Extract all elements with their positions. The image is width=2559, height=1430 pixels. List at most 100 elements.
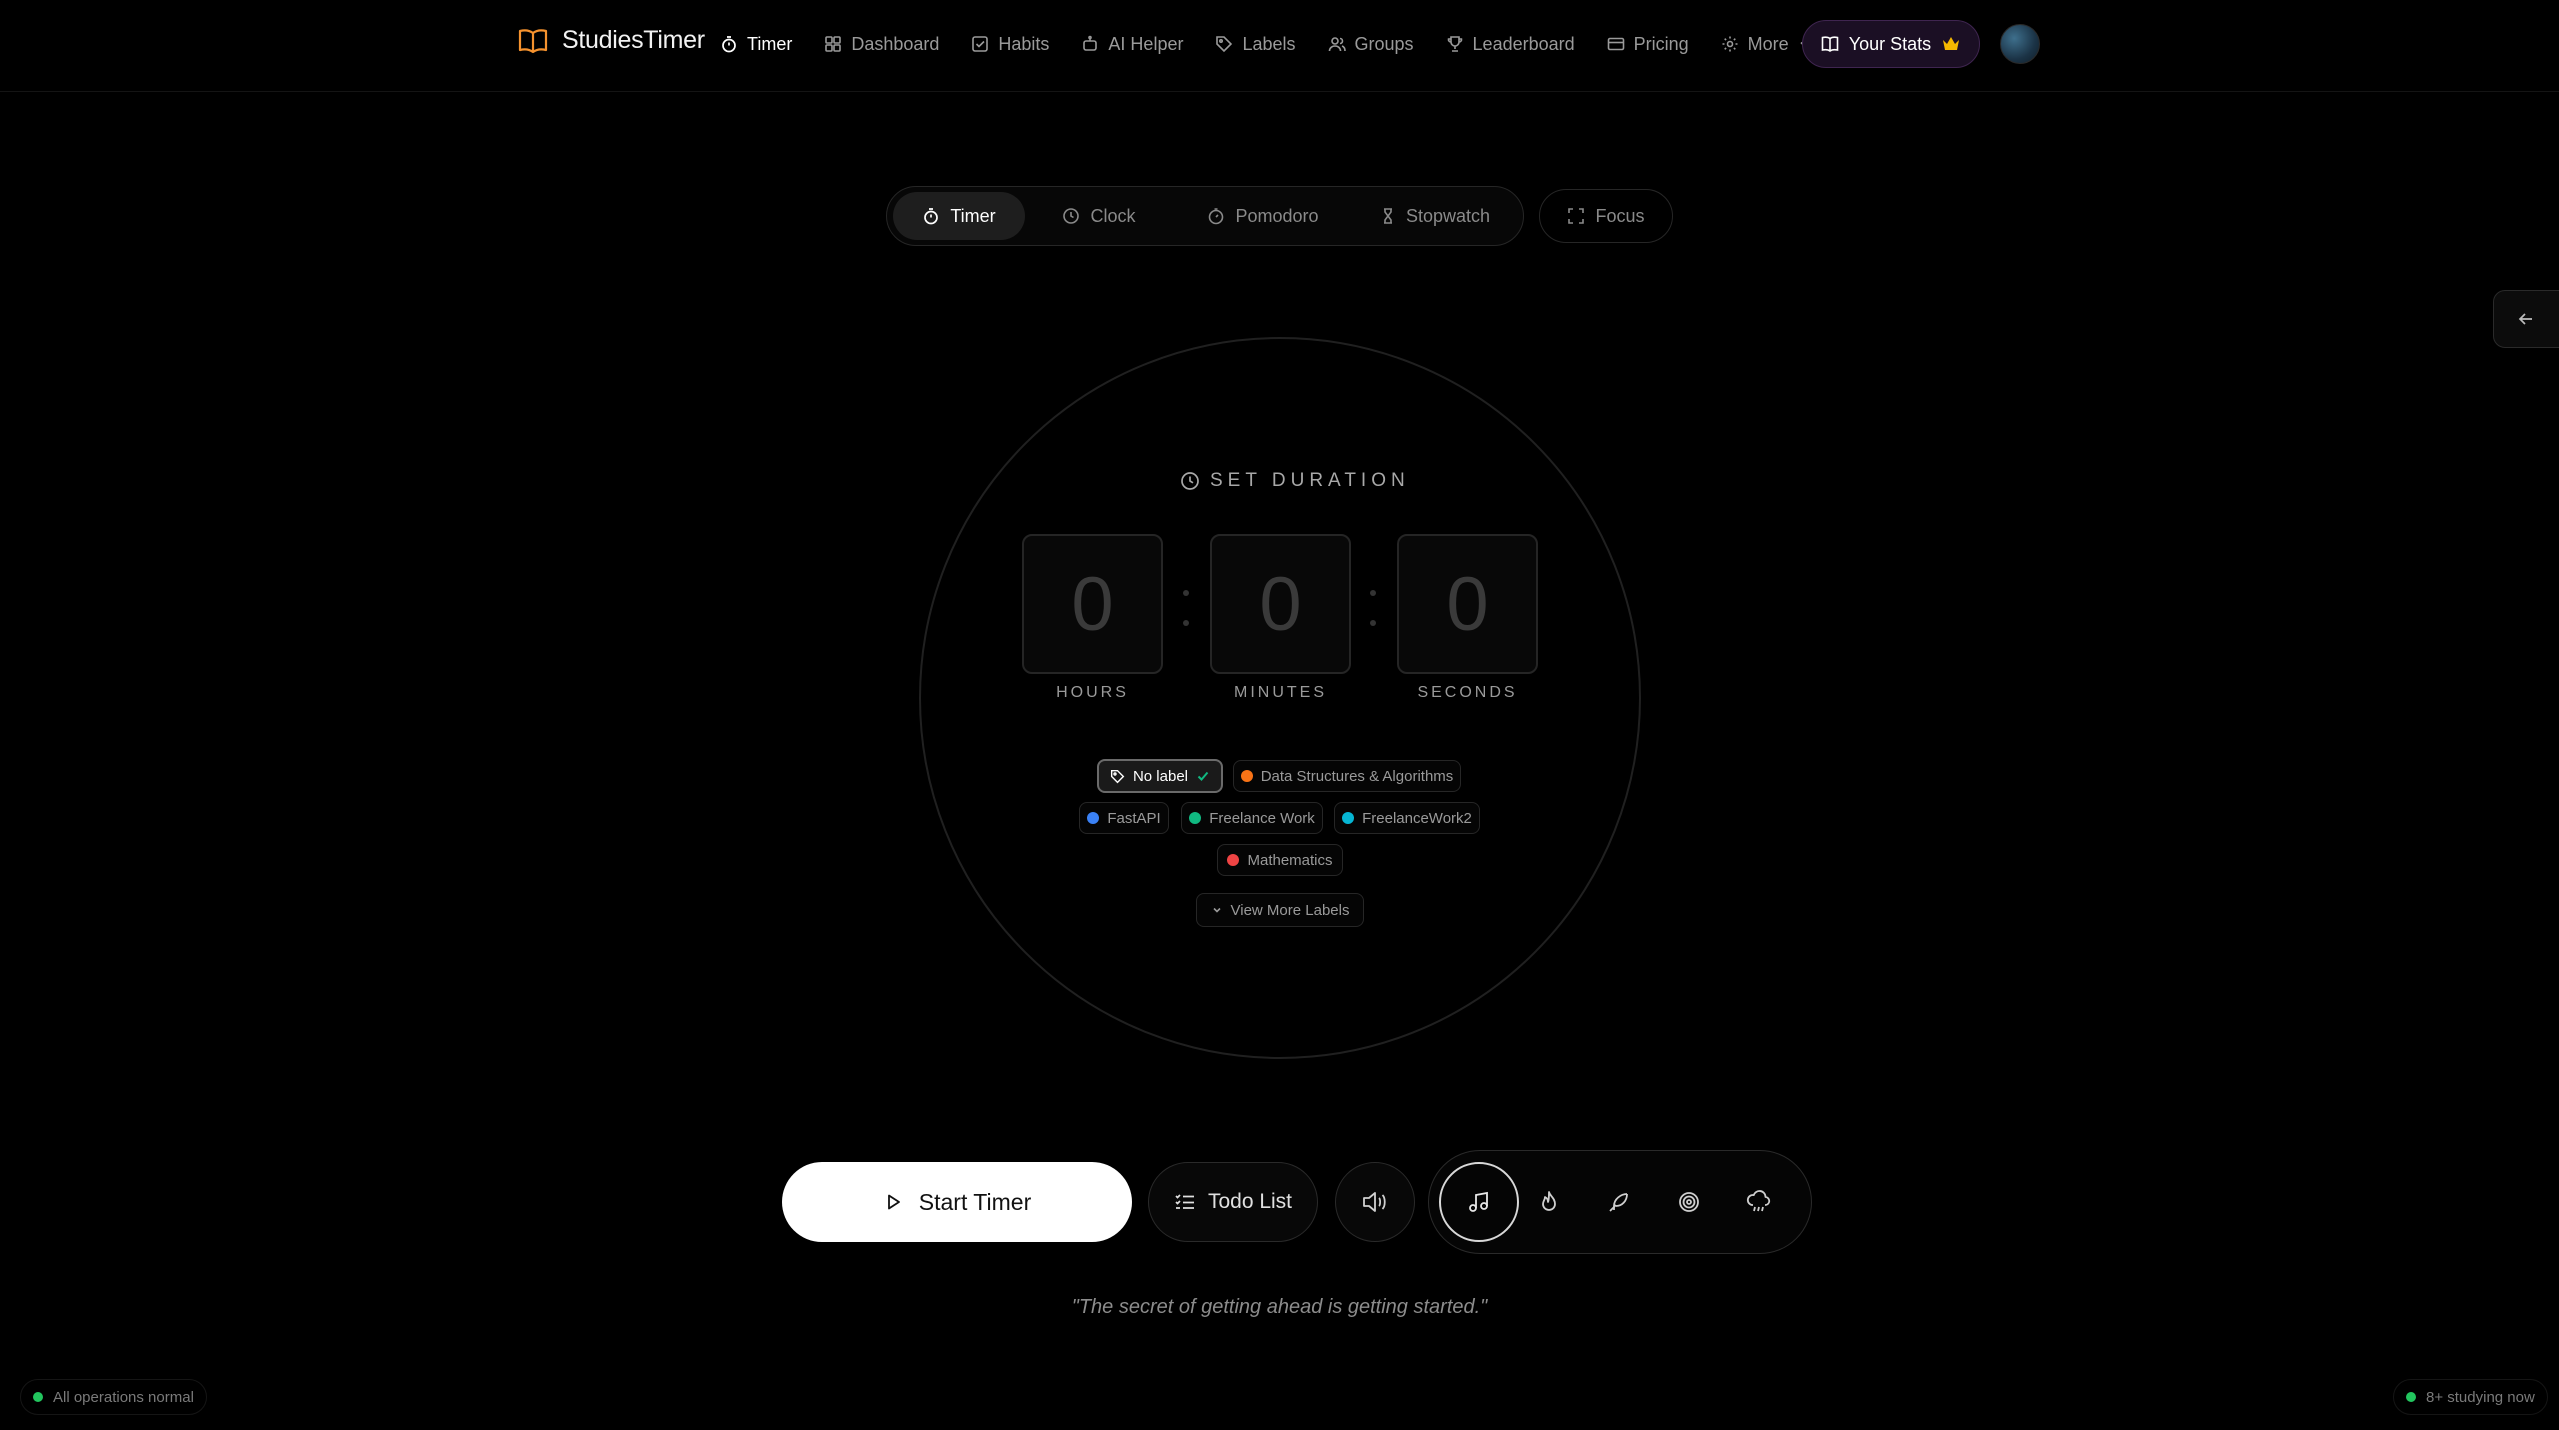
volume-button[interactable]: [1335, 1162, 1415, 1242]
tab-label: Pomodoro: [1235, 205, 1319, 226]
label-chip-text: No label: [1132, 767, 1189, 785]
hourglass-icon: [1380, 207, 1396, 225]
nav-item-labels[interactable]: Labels: [1215, 33, 1296, 55]
dashboard-icon: [824, 35, 842, 53]
fullscreen-icon: [1567, 207, 1585, 225]
volume-icon: [1361, 1189, 1389, 1215]
clock-icon: [1180, 471, 1200, 491]
start-timer-label: Start Timer: [918, 1188, 1032, 1215]
hours-input[interactable]: 0: [1022, 534, 1163, 674]
card-icon: [1607, 35, 1625, 53]
tab-label: Timer: [950, 205, 996, 226]
your-stats-label: Your Stats: [1848, 33, 1932, 54]
set-duration-heading: SET DURATION: [1180, 470, 1410, 492]
avatar[interactable]: [2000, 24, 2040, 64]
nav-item-groups[interactable]: Groups: [1328, 34, 1414, 55]
fire-icon: [1538, 1190, 1560, 1214]
time-separator: [1183, 590, 1189, 650]
trophy-icon: [1446, 35, 1464, 53]
checkbox-icon: [971, 35, 989, 53]
label-chip-text: FreelanceWork2: [1362, 809, 1472, 827]
feather-icon: [1607, 1190, 1631, 1214]
stopwatch-icon: [720, 35, 738, 53]
nav-item-label: Labels: [1242, 33, 1296, 54]
label-chip-no-label[interactable]: No label: [1097, 759, 1223, 793]
tag-icon: [1110, 769, 1125, 784]
clock-icon: [1062, 207, 1080, 225]
gear-icon: [1721, 35, 1739, 53]
status-dot: [2406, 1392, 2416, 1402]
label-chip-text: FastAPI: [1107, 809, 1161, 827]
focus-button[interactable]: Focus: [1539, 189, 1673, 243]
tab-timer[interactable]: Timer: [893, 192, 1025, 240]
arrow-left-icon: [2516, 309, 2536, 329]
set-duration-text: SET DURATION: [1210, 470, 1410, 491]
tab-clock[interactable]: Clock: [1025, 192, 1173, 240]
check-icon: [1196, 769, 1210, 783]
motivational-quote: "The secret of getting ahead is getting …: [1071, 1296, 1488, 1318]
open-book-icon: [518, 28, 548, 54]
nav-item-more[interactable]: More: [1721, 34, 1810, 55]
tab-stopwatch[interactable]: Stopwatch: [1353, 192, 1517, 240]
sound-fire-button[interactable]: [1509, 1162, 1589, 1242]
sound-rain-button[interactable]: [1719, 1162, 1799, 1242]
label-chip-mathematics[interactable]: Mathematics: [1217, 844, 1343, 876]
tag-icon: [1215, 35, 1233, 53]
studying-now-text: 8+ studying now: [2426, 1388, 2535, 1406]
timer-icon: [1207, 207, 1225, 225]
operations-status[interactable]: All operations normal: [20, 1379, 207, 1415]
tab-pomodoro[interactable]: Pomodoro: [1173, 192, 1353, 240]
todo-list-label: Todo List: [1207, 1190, 1293, 1213]
seconds-label: SECONDS: [1417, 684, 1518, 701]
nav-item-leaderboard[interactable]: Leaderboard: [1446, 34, 1575, 55]
your-stats-button[interactable]: Your Stats: [1802, 20, 1980, 68]
label-chip-text: Mathematics: [1247, 851, 1333, 869]
nav-item-label: Timer: [747, 33, 793, 54]
label-chip-dsa[interactable]: Data Structures & Algorithms: [1233, 760, 1461, 792]
sound-music-button[interactable]: [1439, 1162, 1519, 1242]
nav-menu: Timer Dashboard Habits AI Helper Labels …: [720, 26, 1842, 62]
start-timer-button[interactable]: Start Timer: [782, 1162, 1132, 1242]
label-color-dot: [1087, 812, 1100, 824]
minutes-input[interactable]: 0: [1210, 534, 1351, 674]
nav-item-label: Pricing: [1633, 33, 1689, 54]
robot-icon: [1081, 35, 1099, 53]
view-more-labels-button[interactable]: View More Labels: [1196, 893, 1364, 927]
label-chip-freelancework2[interactable]: FreelanceWork2: [1334, 802, 1480, 834]
tab-label: Stopwatch: [1405, 205, 1491, 226]
tab-label: Clock: [1090, 205, 1136, 226]
label-color-dot: [1342, 812, 1355, 824]
minutes-label: MINUTES: [1234, 684, 1327, 701]
label-color-dot: [1227, 854, 1240, 866]
nav-item-ai-helper[interactable]: AI Helper: [1081, 34, 1183, 55]
crown-icon: [1941, 35, 1961, 53]
sound-feather-button[interactable]: [1579, 1162, 1659, 1242]
nav-item-dashboard[interactable]: Dashboard: [824, 34, 939, 55]
nav-item-label: Dashboard: [851, 33, 940, 54]
studying-now-status: 8+ studying now: [2393, 1379, 2548, 1415]
focus-label: Focus: [1595, 205, 1645, 226]
todo-list-button[interactable]: Todo List: [1148, 1162, 1318, 1242]
time-separator: [1370, 590, 1376, 650]
music-icon: [1467, 1190, 1491, 1214]
sound-spiral-button[interactable]: [1649, 1162, 1729, 1242]
label-chip-fastapi[interactable]: FastAPI: [1079, 802, 1169, 834]
nav-item-label: Leaderboard: [1472, 33, 1575, 54]
hours-label: HOURS: [1056, 684, 1129, 701]
nav-item-habits[interactable]: Habits: [971, 34, 1049, 55]
label-color-dot: [1189, 812, 1202, 824]
play-icon: [883, 1192, 903, 1212]
nav-item-label: More: [1747, 33, 1789, 54]
seconds-input[interactable]: 0: [1397, 534, 1538, 674]
label-chip-freelance-work[interactable]: Freelance Work: [1181, 802, 1323, 834]
users-icon: [1328, 35, 1346, 53]
side-panel-toggle[interactable]: [2493, 290, 2559, 348]
view-more-labels-text: View More Labels: [1230, 901, 1350, 919]
nav-item-label: Habits: [998, 33, 1050, 54]
list-checks-icon: [1174, 1192, 1196, 1212]
nav-item-timer[interactable]: Timer: [720, 34, 792, 55]
nav-item-pricing[interactable]: Pricing: [1607, 34, 1689, 55]
brand-name: StudiesTimer: [562, 26, 705, 54]
spiral-icon: [1677, 1190, 1701, 1214]
logo[interactable]: StudiesTimer: [518, 26, 705, 55]
